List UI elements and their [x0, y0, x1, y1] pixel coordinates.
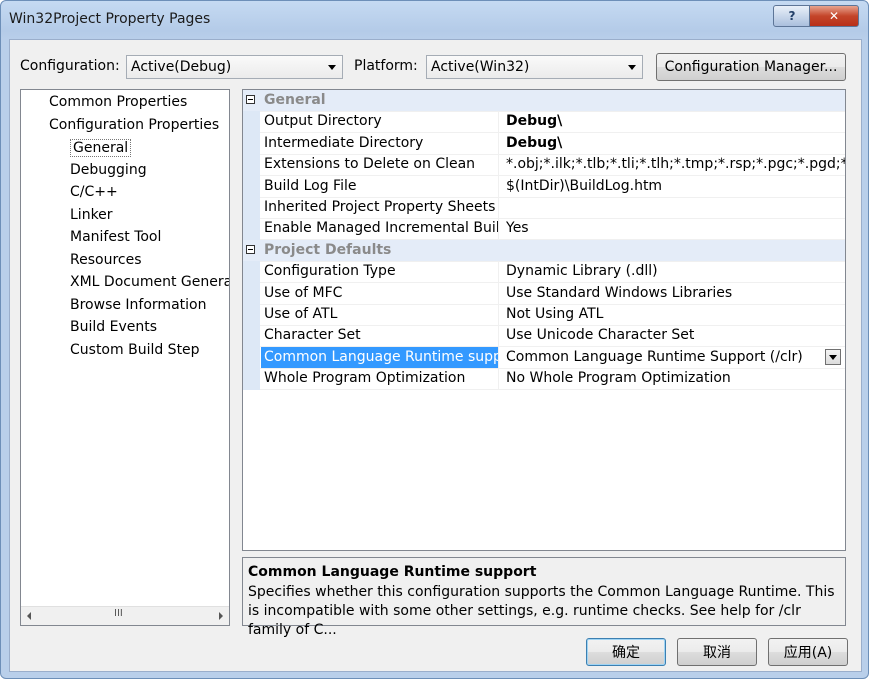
collapse-icon[interactable]: [246, 244, 255, 254]
property-row[interactable]: Intermediate Directory Debug\: [243, 132, 845, 155]
property-name[interactable]: Whole Program Optimization: [261, 368, 499, 390]
property-row[interactable]: Build Log File $(IntDir)\BuildLog.htm: [243, 175, 845, 198]
property-name[interactable]: Use of MFC: [261, 282, 499, 304]
property-value[interactable]: $(IntDir)\BuildLog.htm: [502, 176, 845, 197]
description-title: Common Language Runtime support: [248, 564, 537, 580]
property-value[interactable]: [502, 197, 845, 218]
property-row[interactable]: Character Set Use Unicode Character Set: [243, 325, 845, 348]
row-gutter: [243, 111, 260, 134]
property-name[interactable]: Inherited Project Property Sheets: [261, 197, 499, 218]
help-button[interactable]: ?: [773, 5, 811, 27]
chevron-down-icon: [628, 65, 636, 70]
row-gutter: [243, 282, 260, 305]
property-grid: General Output Directory Debug\ Intermediat…: [242, 89, 846, 551]
platform-select-value: Active(Win32): [431, 59, 530, 75]
title-bar[interactable]: Win32Project Property Pages ? ✕: [1, 1, 868, 37]
window-title: Win32Project Property Pages: [9, 11, 211, 27]
property-row[interactable]: Enable Managed Incremental Build Yes: [243, 218, 845, 241]
tree-horizontal-scrollbar[interactable]: III: [21, 606, 229, 625]
property-name[interactable]: Build Log File: [261, 175, 499, 197]
property-value[interactable]: No Whole Program Optimization: [502, 368, 845, 389]
property-value[interactable]: Not Using ATL: [502, 304, 845, 325]
tree-item[interactable]: Configuration Properties: [49, 117, 219, 133]
row-gutter: [243, 175, 260, 198]
platform-label: Platform:: [354, 58, 418, 74]
property-name[interactable]: Use of ATL: [261, 304, 499, 325]
configuration-manager-button[interactable]: Configuration Manager...: [656, 53, 846, 81]
scroll-left-icon[interactable]: [27, 612, 31, 620]
property-row[interactable]: Inherited Project Property Sheets: [243, 197, 845, 219]
property-value[interactable]: Use Standard Windows Libraries: [502, 283, 845, 304]
row-gutter: [243, 218, 260, 241]
property-name[interactable]: Common Language Runtime suppor: [261, 346, 499, 368]
scroll-thumb[interactable]: III: [114, 608, 123, 619]
platform-select[interactable]: Active(Win32): [426, 55, 643, 79]
property-value[interactable]: Common Language Runtime Support (/clr): [502, 347, 845, 368]
configuration-select[interactable]: Active(Debug): [126, 55, 343, 79]
collapse-icon[interactable]: [246, 95, 255, 104]
property-name[interactable]: Output Directory: [261, 111, 499, 133]
ok-button[interactable]: 确定: [586, 638, 666, 666]
configuration-label: Configuration:: [20, 58, 120, 74]
cancel-button[interactable]: 取消: [677, 638, 757, 666]
row-gutter: [243, 261, 260, 284]
tree-item[interactable]: Browse Information: [70, 297, 206, 313]
description-panel: Common Language Runtime support Specifie…: [242, 557, 846, 638]
property-row[interactable]: Configuration Type Dynamic Library (.dll): [243, 261, 845, 284]
property-value[interactable]: Debug\: [502, 133, 845, 154]
property-name[interactable]: Extensions to Delete on Clean: [261, 154, 499, 176]
property-name[interactable]: Enable Managed Incremental Build: [261, 218, 499, 240]
property-name[interactable]: Configuration Type: [261, 261, 499, 283]
row-gutter: [243, 368, 260, 391]
tree-item[interactable]: Resources: [70, 252, 142, 268]
apply-button[interactable]: 应用(A): [768, 638, 848, 666]
property-value[interactable]: Dynamic Library (.dll): [502, 261, 845, 282]
category-label: Project Defaults: [264, 241, 392, 258]
property-row[interactable]: Output Directory Debug\: [243, 111, 845, 134]
tree-item[interactable]: Debugging: [70, 162, 147, 178]
tree-item[interactable]: XML Document Generat: [70, 274, 229, 290]
close-button[interactable]: ✕: [809, 5, 859, 27]
row-gutter: [243, 154, 260, 177]
category-label: General: [264, 92, 326, 108]
row-gutter: [243, 346, 260, 369]
property-value[interactable]: *.obj;*.ilk;*.tlb;*.tli;*.tlh;*.tmp;*.rs…: [502, 154, 845, 175]
description-text: Specifies whether this configuration sup…: [248, 584, 835, 638]
category-row[interactable]: General: [243, 90, 845, 112]
category-row[interactable]: Project Defaults: [243, 239, 845, 262]
scroll-right-icon[interactable]: [219, 612, 223, 620]
property-row[interactable]: Common Language Runtime suppor Common Lan…: [243, 346, 845, 369]
row-gutter: [243, 325, 260, 348]
property-pages-window: Win32Project Property Pages ? ✕ Configur…: [0, 0, 869, 679]
dialog-client-area: Configuration: Active(Debug) Platform: A…: [9, 39, 862, 672]
property-name[interactable]: Intermediate Directory: [261, 132, 499, 154]
property-row[interactable]: Use of ATL Not Using ATL: [243, 304, 845, 326]
tree-item[interactable]: Custom Build Step: [70, 342, 200, 358]
property-value[interactable]: Debug\: [502, 111, 845, 132]
tree-item[interactable]: C/C++: [70, 184, 118, 200]
close-icon: ✕: [828, 9, 840, 23]
help-icon: ?: [788, 9, 796, 23]
property-name[interactable]: Character Set: [261, 325, 499, 347]
tree-item[interactable]: General: [70, 139, 132, 157]
row-gutter: [243, 304, 260, 326]
property-value[interactable]: Use Unicode Character Set: [502, 325, 845, 346]
row-gutter: [243, 197, 260, 219]
tree-item[interactable]: Manifest Tool: [70, 229, 161, 245]
property-row[interactable]: Use of MFC Use Standard Windows Libraries: [243, 282, 845, 305]
chevron-down-icon: [328, 65, 336, 70]
dropdown-arrow-icon[interactable]: [825, 348, 841, 365]
tree-item[interactable]: Linker: [70, 207, 113, 223]
property-tree[interactable]: III Common Properties Configuration Prope…: [20, 89, 230, 626]
tree-item[interactable]: Common Properties: [49, 94, 187, 110]
row-gutter: [243, 132, 260, 155]
tree-item[interactable]: Build Events: [70, 319, 157, 335]
property-value[interactable]: Yes: [502, 218, 845, 239]
property-row[interactable]: Whole Program Optimization No Whole Progr…: [243, 368, 845, 391]
property-row[interactable]: Extensions to Delete on Clean *.obj;*.ilk…: [243, 154, 845, 177]
configuration-select-value: Active(Debug): [131, 59, 232, 75]
